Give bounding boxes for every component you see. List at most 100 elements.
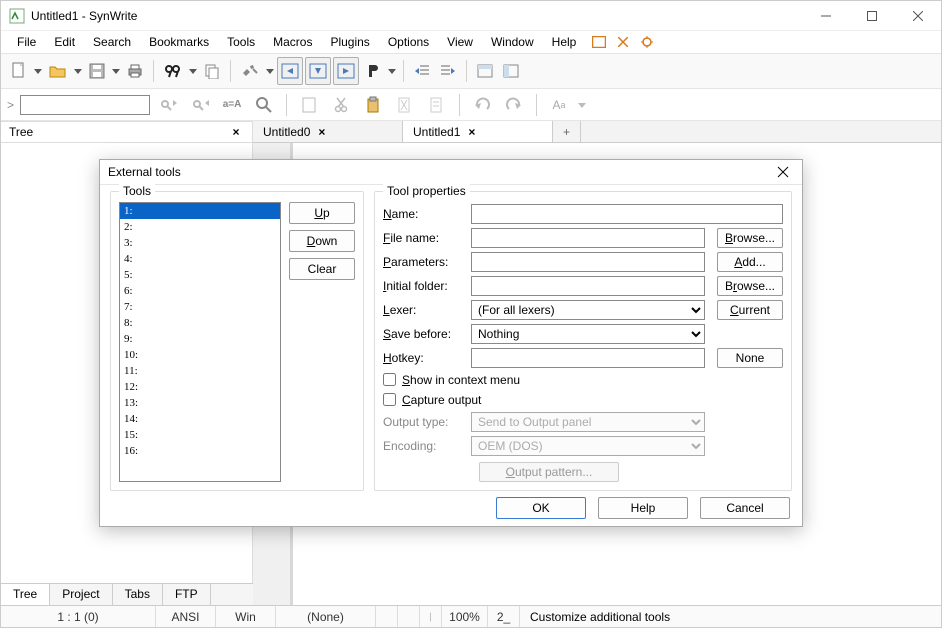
tools-button[interactable] bbox=[237, 57, 263, 85]
save-button[interactable] bbox=[85, 57, 109, 85]
current-lexer-button[interactable]: Current bbox=[717, 300, 783, 320]
cancel-button[interactable]: Cancel bbox=[700, 497, 790, 519]
status-lexer[interactable]: (None) bbox=[276, 606, 376, 627]
tools-dropdown[interactable] bbox=[265, 67, 275, 75]
font-button[interactable]: Aa bbox=[545, 91, 573, 119]
tools-list[interactable]: 1: 2: 3: 4: 5: 6: 7: 8: 9: 10: 11: 12: 1… bbox=[119, 202, 281, 482]
open-file-button[interactable] bbox=[45, 57, 71, 85]
lexer-select[interactable]: (For all lexers) bbox=[471, 300, 705, 320]
hotkey-input[interactable] bbox=[471, 348, 705, 368]
add-param-button[interactable]: Add... bbox=[717, 252, 783, 272]
copy-button[interactable] bbox=[200, 57, 224, 85]
params-input[interactable] bbox=[471, 252, 705, 272]
print-button[interactable] bbox=[123, 57, 147, 85]
font-dropdown[interactable] bbox=[577, 101, 587, 109]
panel2-button[interactable] bbox=[499, 57, 523, 85]
search-zoom-button[interactable] bbox=[250, 91, 278, 119]
save-dropdown[interactable] bbox=[111, 67, 121, 75]
undo-button[interactable] bbox=[468, 91, 496, 119]
tool-item[interactable]: 6: bbox=[120, 283, 280, 299]
status-encoding[interactable]: ANSI bbox=[156, 606, 216, 627]
bottom-tab-project[interactable]: Project bbox=[50, 584, 112, 605]
menu-ext2-icon[interactable] bbox=[614, 37, 632, 47]
unindent-button[interactable] bbox=[410, 57, 434, 85]
menu-help[interactable]: Help bbox=[544, 33, 585, 51]
ok-button[interactable]: OK bbox=[496, 497, 586, 519]
find-next-button[interactable] bbox=[186, 91, 214, 119]
bottom-tab-tree[interactable]: Tree bbox=[1, 584, 50, 605]
menu-edit[interactable]: Edit bbox=[46, 33, 83, 51]
menu-options[interactable]: Options bbox=[380, 33, 437, 51]
paste-button[interactable] bbox=[295, 91, 323, 119]
minimize-button[interactable] bbox=[803, 1, 849, 31]
tab-add-button[interactable]: + bbox=[553, 121, 581, 142]
tool-item[interactable]: 2: bbox=[120, 219, 280, 235]
tab-untitled0[interactable]: Untitled0 × bbox=[253, 121, 403, 142]
tool-item[interactable]: 9: bbox=[120, 331, 280, 347]
menu-search[interactable]: Search bbox=[85, 33, 139, 51]
new-file-button[interactable] bbox=[7, 57, 31, 85]
tab-untitled1[interactable]: Untitled1 × bbox=[403, 121, 553, 142]
sync-right-button[interactable] bbox=[333, 57, 359, 85]
tree-panel-close[interactable]: × bbox=[228, 125, 244, 139]
case-button[interactable]: a=A bbox=[218, 91, 246, 119]
bottom-tab-tabs[interactable]: Tabs bbox=[113, 584, 163, 605]
find-dropdown[interactable] bbox=[188, 67, 198, 75]
name-input[interactable] bbox=[471, 204, 783, 224]
menu-plugins[interactable]: Plugins bbox=[322, 33, 377, 51]
menu-view[interactable]: View bbox=[439, 33, 481, 51]
status-tabsize[interactable]: 2_ bbox=[488, 606, 520, 627]
tool-item[interactable]: 4: bbox=[120, 251, 280, 267]
find-button[interactable] bbox=[160, 57, 186, 85]
status-lineend[interactable]: Win bbox=[216, 606, 276, 627]
open-file-dropdown[interactable] bbox=[73, 67, 83, 75]
tab-close-icon[interactable]: × bbox=[468, 125, 475, 139]
hotkey-none-button[interactable]: None bbox=[717, 348, 783, 368]
up-button[interactable]: Up bbox=[289, 202, 355, 224]
redo-button[interactable] bbox=[500, 91, 528, 119]
quick-search-input[interactable] bbox=[20, 95, 150, 115]
del1-button[interactable] bbox=[391, 91, 419, 119]
down-button[interactable]: Down bbox=[289, 230, 355, 252]
tool-item[interactable]: 13: bbox=[120, 395, 280, 411]
tool-item[interactable]: 14: bbox=[120, 411, 280, 427]
cut-button[interactable] bbox=[327, 91, 355, 119]
status-zoom[interactable]: 100% bbox=[442, 606, 488, 627]
menu-bookmarks[interactable]: Bookmarks bbox=[141, 33, 217, 51]
browse-file-button[interactable]: Browse... bbox=[717, 228, 783, 248]
tool-item[interactable]: 12: bbox=[120, 379, 280, 395]
tab-close-icon[interactable]: × bbox=[318, 125, 325, 139]
tool-item[interactable]: 8: bbox=[120, 315, 280, 331]
menu-window[interactable]: Window bbox=[483, 33, 542, 51]
browse-folder-button[interactable]: Browse... bbox=[717, 276, 783, 296]
menu-file[interactable]: File bbox=[9, 33, 44, 51]
tool-item[interactable]: 10: bbox=[120, 347, 280, 363]
savebefore-select[interactable]: Nothing bbox=[471, 324, 705, 344]
clear-button[interactable]: Clear bbox=[289, 258, 355, 280]
panel1-button[interactable] bbox=[473, 57, 497, 85]
sync-left-button[interactable] bbox=[277, 57, 303, 85]
capture-output-checkbox[interactable] bbox=[383, 393, 396, 406]
new-file-dropdown[interactable] bbox=[33, 67, 43, 75]
indent-button[interactable] bbox=[436, 57, 460, 85]
close-button[interactable] bbox=[895, 1, 941, 31]
help-button[interactable]: Help bbox=[598, 497, 688, 519]
bottom-tab-ftp[interactable]: FTP bbox=[163, 584, 211, 605]
status-sel-icon[interactable] bbox=[420, 606, 442, 627]
nonprint-dropdown[interactable] bbox=[387, 67, 397, 75]
tool-item[interactable]: 16: bbox=[120, 443, 280, 459]
find-prev-button[interactable] bbox=[154, 91, 182, 119]
del2-button[interactable] bbox=[423, 91, 451, 119]
dialog-close-button[interactable] bbox=[772, 161, 794, 183]
nonprint-button[interactable] bbox=[361, 57, 385, 85]
tool-item[interactable]: 7: bbox=[120, 299, 280, 315]
initfolder-input[interactable] bbox=[471, 276, 705, 296]
status-lock-icon[interactable] bbox=[376, 606, 398, 627]
menu-ext3-icon[interactable] bbox=[638, 36, 656, 48]
menu-tools[interactable]: Tools bbox=[219, 33, 263, 51]
tool-item[interactable]: 11: bbox=[120, 363, 280, 379]
clipboard-button[interactable] bbox=[359, 91, 387, 119]
tool-item[interactable]: 1: bbox=[120, 203, 280, 219]
menu-ext1-icon[interactable] bbox=[590, 36, 608, 48]
tool-item[interactable]: 3: bbox=[120, 235, 280, 251]
